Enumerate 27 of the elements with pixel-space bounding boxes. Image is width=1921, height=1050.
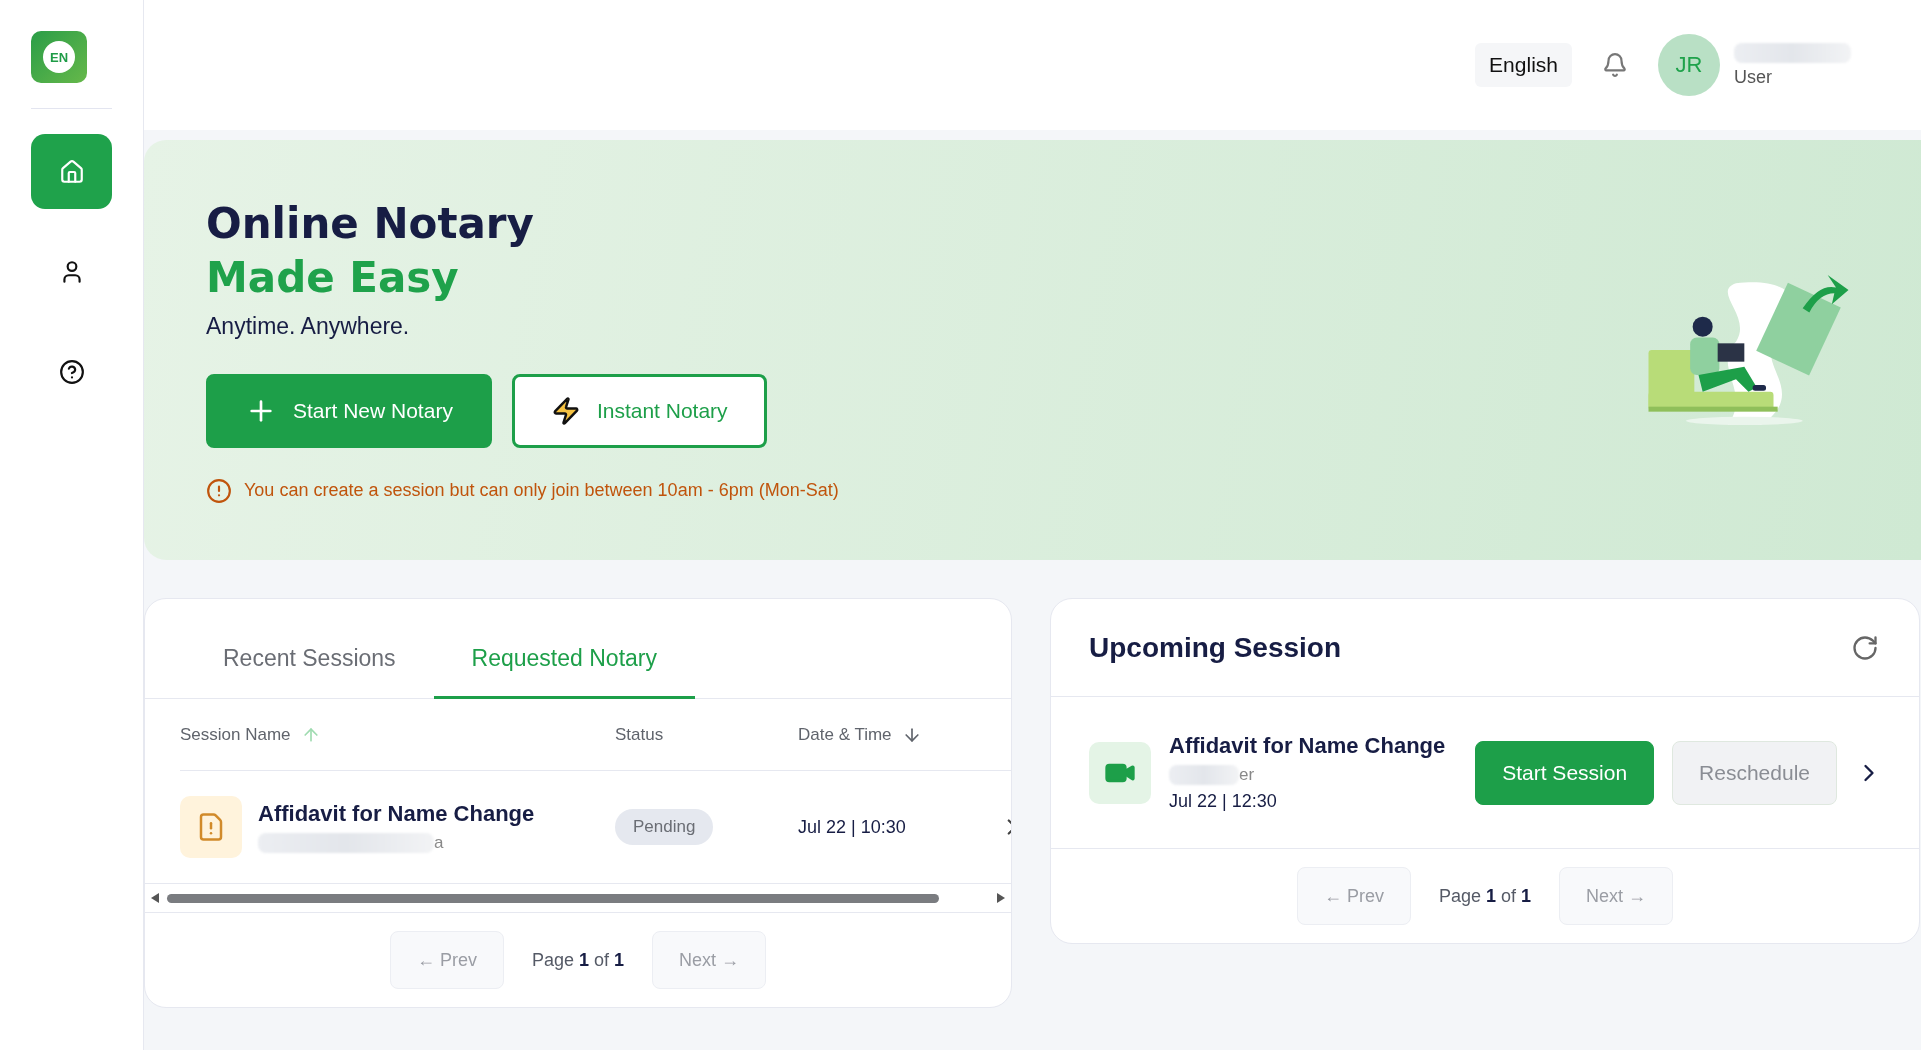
tab[interactable]: Recent Sessions bbox=[185, 645, 434, 699]
session-datetime: Jul 22 | 12:30 bbox=[1169, 791, 1278, 812]
session-subtitle: er bbox=[1239, 765, 1255, 785]
column-header: Status bbox=[615, 724, 664, 745]
notice-text: You can create a session but can only join between 10am - 6pm (Mon-Sat) bbox=[244, 480, 839, 501]
session-datetime: Jul 22 | 10:30 bbox=[798, 816, 906, 838]
instant-notary-button[interactable]: Instant Notary bbox=[511, 373, 767, 448]
session-name: Affidavit for Name Change bbox=[258, 801, 535, 827]
start-new-notary-button[interactable]: Start New Notary bbox=[206, 373, 492, 448]
start-session-button[interactable]: Start Session bbox=[1475, 740, 1655, 805]
status-pill: Pending bbox=[615, 809, 714, 845]
hero-tagline: Anytime. Anywhere. bbox=[206, 312, 411, 340]
hero-highlight: Made Easy bbox=[206, 251, 460, 304]
session-subtitle: a bbox=[434, 833, 444, 853]
language-button[interactable]: English bbox=[1475, 43, 1572, 87]
reschedule-button[interactable]: Reschedule bbox=[1672, 740, 1837, 805]
page-indicator: Page 1 of 1 bbox=[1438, 885, 1532, 907]
tab[interactable]: Requested Notary bbox=[433, 645, 695, 699]
session-name: Affidavit for Name Change bbox=[1169, 733, 1447, 759]
hero-title: Online Notary bbox=[206, 197, 535, 250]
page-indicator: Page 1 of 1 bbox=[531, 949, 625, 971]
logo-text: EN bbox=[43, 41, 75, 73]
card-title: Upcoming Session bbox=[1089, 631, 1342, 664]
user-role: User bbox=[1734, 66, 1773, 88]
user-avatar[interactable]: JR bbox=[1658, 34, 1720, 96]
column-header: Session Name bbox=[180, 724, 291, 745]
column-header: Date & Time bbox=[798, 724, 892, 745]
